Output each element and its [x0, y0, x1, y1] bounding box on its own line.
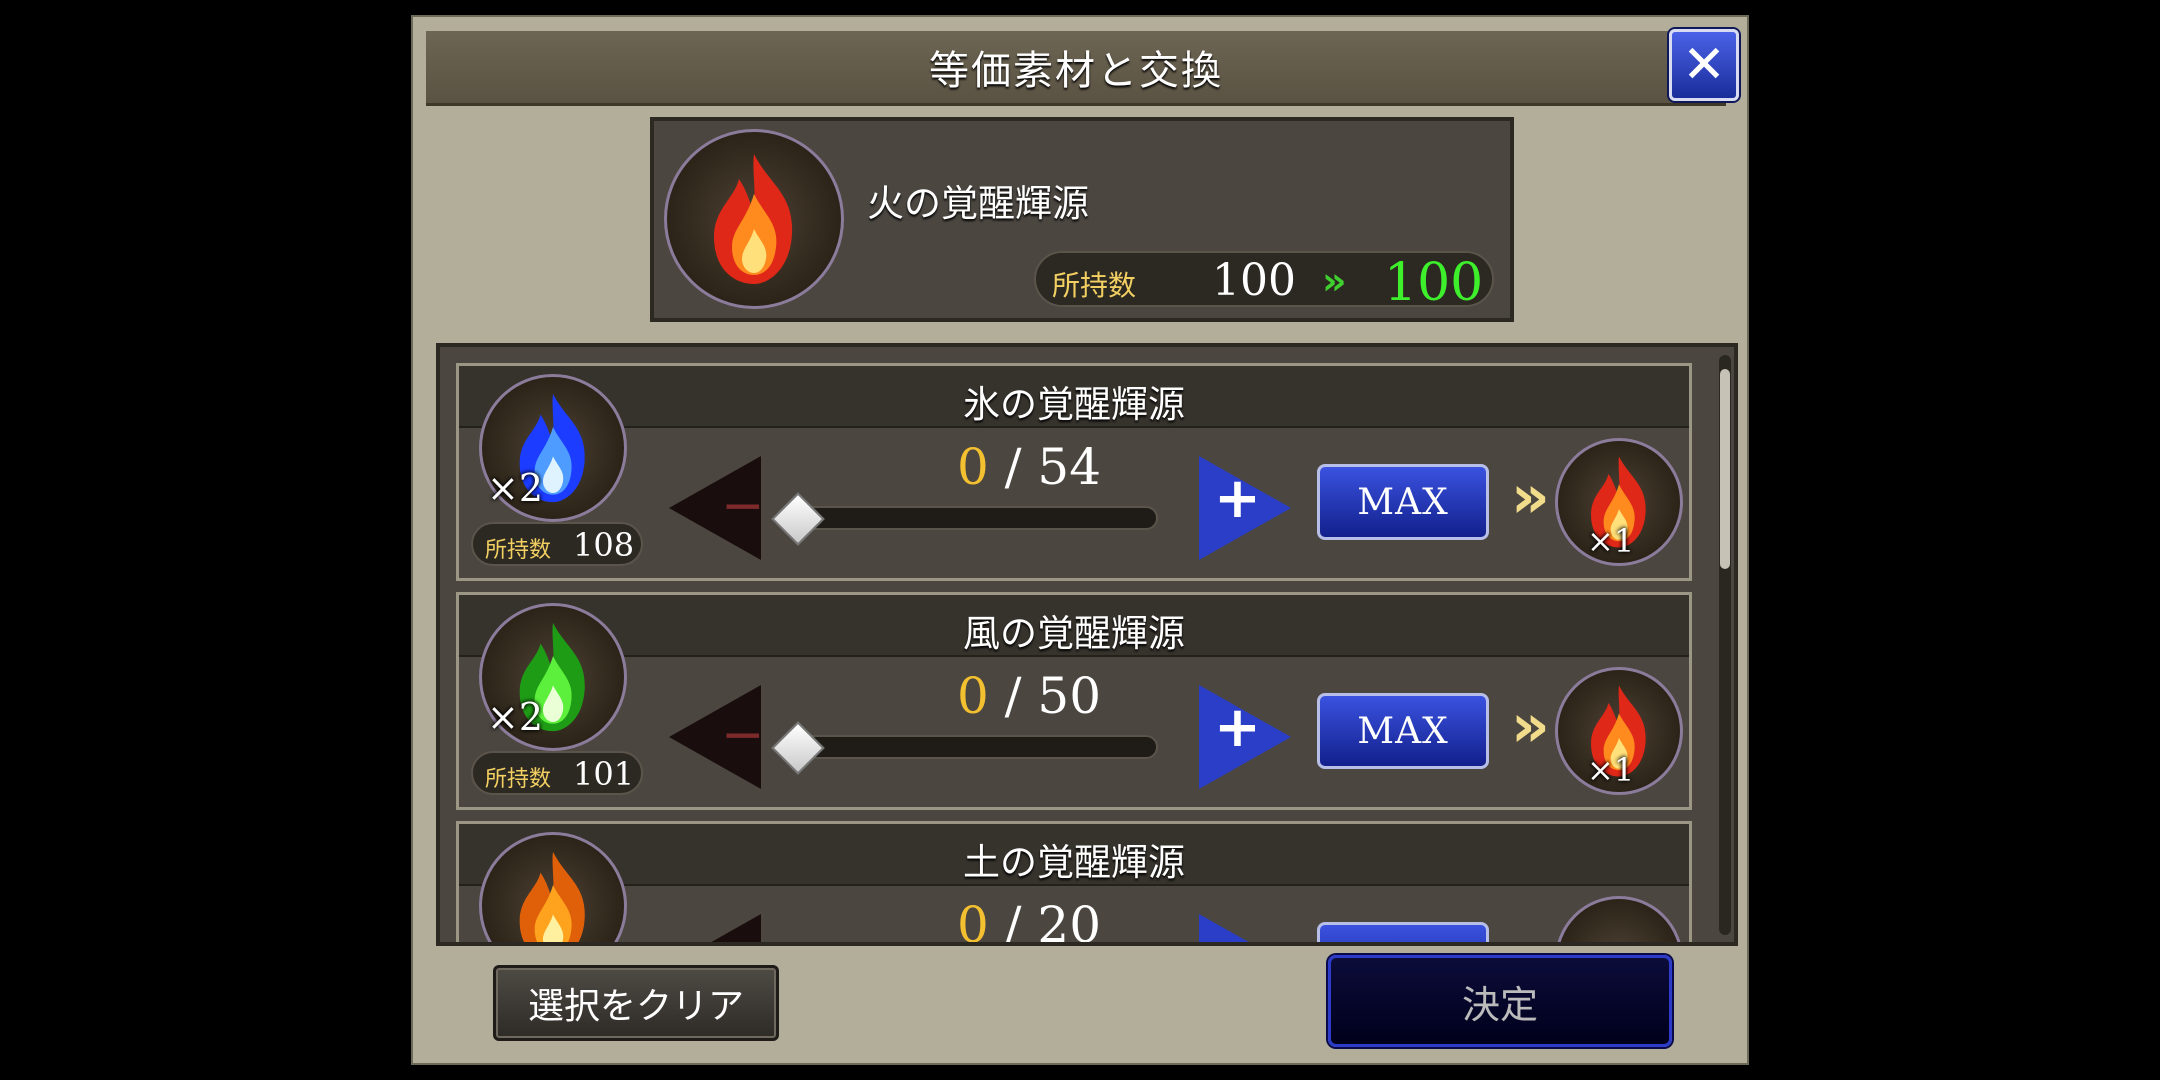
row-owned-value: 101 — [573, 755, 635, 793]
slider-thumb[interactable] — [771, 721, 825, 775]
result-multiplier: ×1 — [1587, 522, 1635, 560]
confirm-button[interactable]: 決定 — [1328, 955, 1672, 1047]
minus-icon: − — [721, 705, 765, 765]
quantity-max: 54 — [1037, 438, 1102, 496]
quantity-slider[interactable] — [782, 735, 1158, 759]
owned-after-value: 100 — [1384, 253, 1484, 313]
decrement-button[interactable] — [669, 914, 761, 942]
title-bar: 等価素材と交換 — [426, 31, 1726, 106]
increment-button[interactable] — [1199, 914, 1291, 942]
quantity-counter: 0 / 54 — [879, 438, 1179, 496]
quantity-separator: / — [988, 438, 1038, 496]
row-header: 風の覚醒輝源 — [459, 595, 1689, 657]
row-owned-label: 所持数 — [485, 538, 552, 563]
row-material-name: 氷の覚醒輝源 — [963, 383, 1185, 426]
material-row-wind: 風の覚醒輝源 ×2 所持数 101 − 0 / 50 + MAX » ×1 — [456, 592, 1692, 810]
plus-icon: + — [1214, 466, 1261, 531]
plus-icon: + — [1214, 695, 1261, 760]
quantity-current: 0 — [956, 438, 989, 496]
owned-label: 所持数 — [1052, 269, 1137, 302]
owned-before-value: 100 — [1212, 255, 1296, 306]
exchange-dialog: 等価素材と交換 ✕ 火の覚醒輝源 所持数 100 » 100 氷の覚醒輝源 ×2… — [411, 15, 1749, 1065]
close-icon: ✕ — [1682, 35, 1726, 95]
row-owned-pill: 所持数 108 — [471, 522, 643, 566]
row-material-name: 土の覚醒輝源 — [963, 841, 1185, 884]
quantity-separator: / — [988, 667, 1038, 725]
input-multiplier: ×2 — [487, 466, 544, 510]
row-material-name: 風の覚醒輝源 — [963, 612, 1185, 655]
minus-icon: − — [721, 476, 765, 536]
material-row-ice: 氷の覚醒輝源 ×2 所持数 108 − 0 / 54 + MAX » ×1 — [456, 363, 1692, 581]
dialog-title: 等価素材と交換 — [929, 48, 1223, 94]
quantity-slider[interactable] — [782, 506, 1158, 530]
quantity-max: 50 — [1037, 667, 1102, 725]
fire-flame-icon — [1555, 896, 1683, 942]
target-material-card: 火の覚醒輝源 所持数 100 » 100 — [650, 117, 1514, 322]
input-multiplier: ×2 — [487, 695, 544, 739]
material-list[interactable]: 氷の覚醒輝源 ×2 所持数 108 − 0 / 54 + MAX » ×1 風の… — [436, 343, 1738, 946]
quantity-max: 20 — [1037, 896, 1102, 946]
row-owned-value: 108 — [573, 526, 635, 564]
quantity-current: 0 — [956, 667, 989, 725]
row-owned-pill: 所持数 101 — [471, 751, 643, 795]
max-button[interactable]: MAX — [1317, 693, 1489, 769]
target-material-name: 火の覚醒輝源 — [867, 182, 1089, 225]
owned-count-pill: 所持数 100 » 100 — [1034, 251, 1494, 313]
max-button[interactable] — [1317, 922, 1489, 942]
quantity-current: 0 — [956, 896, 989, 946]
double-chevron-right-icon: » — [1322, 259, 1347, 303]
row-owned-label: 所持数 — [485, 767, 552, 792]
row-header: 氷の覚醒輝源 — [459, 366, 1689, 428]
max-button[interactable]: MAX — [1317, 464, 1489, 540]
scrollbar-thumb[interactable] — [1720, 369, 1730, 569]
quantity-counter: 0 / 50 — [879, 667, 1179, 725]
quantity-separator: / — [988, 896, 1038, 946]
slider-thumb[interactable] — [771, 492, 825, 546]
result-multiplier: ×1 — [1587, 751, 1635, 789]
close-button[interactable]: ✕ — [1669, 29, 1739, 101]
row-header: 土の覚醒輝源 — [459, 824, 1689, 886]
material-row-earth: 土の覚醒輝源 0 / 20 — [456, 821, 1692, 946]
double-chevron-right-icon: » — [1511, 462, 1550, 532]
clear-selection-button[interactable]: 選択をクリア — [493, 965, 779, 1041]
double-chevron-right-icon: » — [1511, 691, 1550, 761]
quantity-counter: 0 / 20 — [879, 896, 1179, 946]
fire-flame-icon — [664, 129, 844, 309]
